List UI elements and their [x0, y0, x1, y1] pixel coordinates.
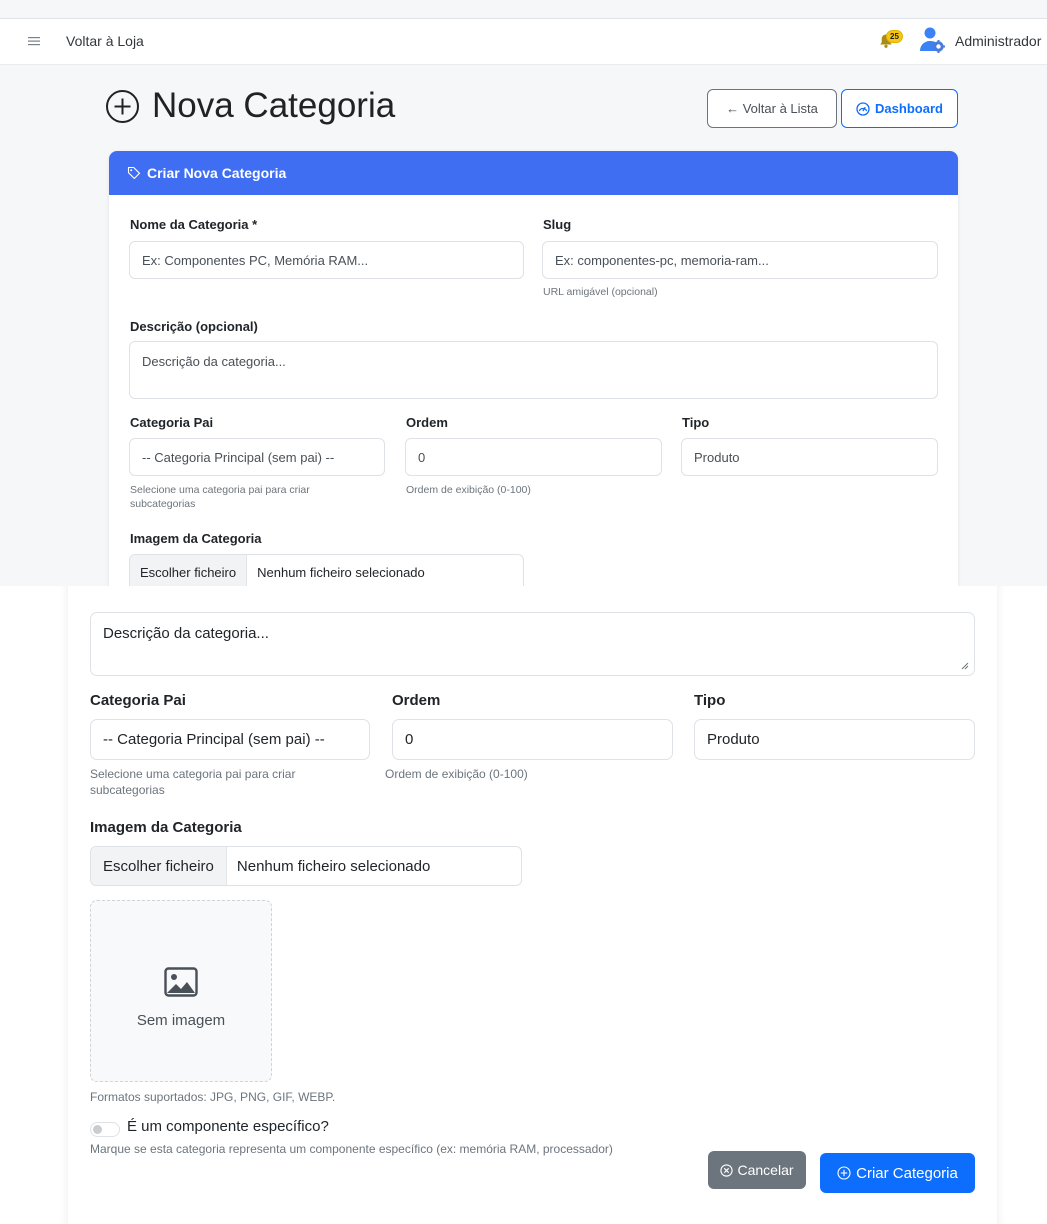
order-hint: Ordem de exibição (0-100)	[385, 767, 528, 781]
create-category-button[interactable]: Criar Categoria	[820, 1153, 975, 1193]
image-preview: Sem imagem	[90, 900, 272, 1082]
choose-file-button[interactable]: Escolher ficheiro	[130, 555, 248, 586]
slug-hint: URL amigável (opcional)	[543, 286, 658, 298]
switch-knob	[93, 1125, 102, 1134]
type-label: Tipo	[694, 692, 726, 709]
cancel-button[interactable]: Cancelar	[708, 1151, 806, 1189]
parent-value: -- Categoria Principal (sem pai) --	[103, 731, 325, 748]
component-label[interactable]: É um componente específico?	[127, 1118, 329, 1135]
dashboard-label: Dashboard	[875, 101, 943, 116]
slug-placeholder: Ex: componentes-pc, memoria-ram...	[555, 252, 769, 268]
plus-circle-icon	[837, 1166, 851, 1180]
name-label: Nome da Categoria *	[130, 217, 258, 232]
file-status: Nenhum ficheiro selecionado	[236, 857, 431, 875]
order-input[interactable]: 0	[392, 719, 673, 760]
choose-file-button[interactable]: Escolher ficheiro	[91, 847, 227, 885]
parent-label: Categoria Pai	[90, 692, 186, 709]
slug-input[interactable]: Ex: componentes-pc, memoria-ram...	[542, 241, 938, 279]
description-textarea[interactable]: Descrição da categoria...	[129, 341, 938, 399]
form-card: Criar Nova Categoria Nome da Categoria *…	[109, 151, 958, 586]
type-value: Produto	[707, 731, 760, 748]
card-title: Criar Nova Categoria	[147, 165, 287, 181]
order-value: 0	[405, 731, 414, 748]
plus-circle-icon	[105, 89, 140, 124]
name-placeholder: Ex: Componentes PC, Memória RAM...	[142, 252, 369, 268]
tag-icon	[127, 166, 141, 180]
type-label: Tipo	[682, 415, 710, 430]
menu-icon[interactable]	[28, 32, 42, 50]
admin-user-icon[interactable]	[919, 26, 945, 54]
cancel-label: Cancelar	[737, 1162, 794, 1178]
description-placeholder: Descrição da categoria...	[142, 354, 286, 369]
resize-handle-icon[interactable]	[961, 662, 969, 670]
parent-value: -- Categoria Principal (sem pai) --	[142, 449, 335, 465]
parent-select[interactable]: -- Categoria Principal (sem pai) --	[129, 438, 385, 476]
order-value: 0	[418, 449, 426, 465]
formats-hint: Formatos suportados: JPG, PNG, GIF, WEBP…	[90, 1090, 336, 1104]
top-navbar: Voltar à Loja 25 Administrador	[0, 18, 1047, 65]
type-select[interactable]: Produto	[681, 438, 938, 476]
type-value: Produto	[694, 449, 740, 465]
parent-label: Categoria Pai	[130, 415, 214, 430]
description-placeholder: Descrição da categoria...	[103, 625, 269, 642]
page-title: Nova Categoria	[105, 86, 395, 126]
parent-select[interactable]: -- Categoria Principal (sem pai) --	[90, 719, 370, 760]
page-title-text: Nova Categoria	[152, 86, 396, 125]
speedometer-icon	[856, 101, 870, 116]
no-image-text: Sem imagem	[136, 1012, 226, 1029]
x-circle-icon	[720, 1163, 734, 1177]
component-switch[interactable]	[90, 1122, 120, 1137]
file-status: Nenhum ficheiro selecionado	[257, 565, 425, 580]
order-input[interactable]: 0	[405, 438, 662, 476]
image-file-input[interactable]: Escolher ficheiro Nenhum ficheiro seleci…	[90, 846, 522, 886]
order-hint: Ordem de exibição (0-100)	[406, 484, 531, 496]
card-header: Criar Nova Categoria	[109, 151, 958, 195]
description-label: Descrição (opcional)	[130, 319, 258, 334]
image-file-input[interactable]: Escolher ficheiro Nenhum ficheiro seleci…	[129, 554, 524, 586]
type-select[interactable]: Produto	[694, 719, 975, 760]
name-input[interactable]: Ex: Componentes PC, Memória RAM...	[129, 241, 524, 279]
user-name[interactable]: Administrador	[955, 33, 1041, 49]
slug-label: Slug	[543, 217, 572, 232]
back-to-list-button[interactable]: ← Voltar à Lista	[707, 89, 837, 128]
image-label: Imagem da Categoria	[130, 531, 262, 546]
create-category-label: Criar Categoria	[856, 1164, 958, 1182]
parent-hint: Selecione uma categoria pai para criar s…	[90, 767, 296, 797]
component-hint: Marque se esta categoria representa um c…	[90, 1142, 613, 1156]
left-gutter	[0, 586, 68, 1224]
description-textarea[interactable]: Descrição da categoria...	[90, 612, 975, 676]
back-to-list-label: ← Voltar à Lista	[726, 101, 818, 116]
image-label: Imagem da Categoria	[90, 819, 242, 836]
order-label: Ordem	[392, 692, 441, 709]
back-to-store-link[interactable]: Voltar à Loja	[66, 33, 144, 49]
parent-hint: Selecione uma categoria pai para criar s…	[130, 484, 310, 510]
right-gutter	[997, 586, 1047, 1224]
bottom-view: Descrição da categoria... Categoria Pai …	[0, 586, 1047, 1224]
order-label: Ordem	[406, 415, 448, 430]
image-icon	[164, 967, 198, 997]
notification-badge: 25	[886, 30, 903, 43]
top-view: Voltar à Loja 25 Administrador Nova Cate…	[0, 0, 1047, 586]
dashboard-button[interactable]: Dashboard	[841, 89, 958, 128]
notifications-button[interactable]: 25	[874, 29, 903, 53]
